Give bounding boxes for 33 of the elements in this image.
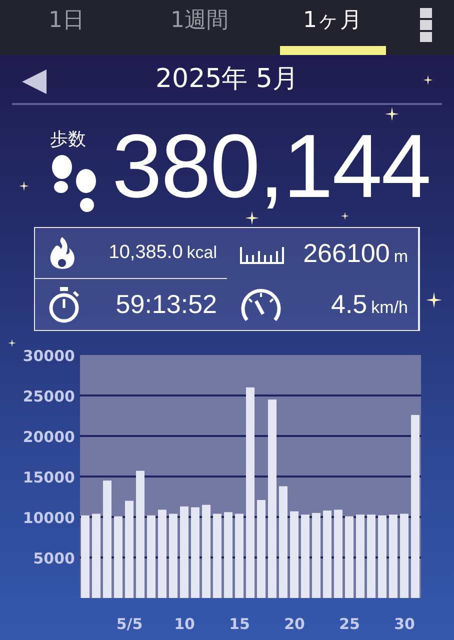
calories-value: 10,385.0 kcal	[108, 242, 217, 264]
axis-label: 15	[229, 615, 250, 633]
speedometer-icon	[239, 286, 283, 322]
axis-label: 5/5	[116, 615, 143, 633]
axis-label: 20	[284, 615, 305, 633]
axis-label: 20000	[22, 428, 75, 446]
axis-label: 30	[394, 615, 415, 633]
sparkle-icon	[341, 212, 349, 220]
axis-label: 25	[339, 615, 360, 633]
month-title: 2025年 5月	[156, 63, 298, 96]
axis-label: 10	[174, 615, 195, 633]
back-button[interactable]: ◀	[22, 60, 47, 98]
axis-label: 15000	[22, 468, 75, 486]
tab[interactable]: 1日	[14, 0, 120, 55]
menu-icon[interactable]	[420, 8, 432, 44]
tab[interactable]: 1ヶ月	[280, 0, 386, 55]
sparkle-icon	[426, 292, 442, 308]
sparkle-icon	[385, 107, 399, 121]
sparkle-icon	[8, 339, 16, 347]
stopwatch-icon	[47, 286, 81, 324]
sparkle-icon	[19, 181, 29, 191]
tab[interactable]: 1週間	[146, 0, 252, 55]
duration-value: 59:13:52	[116, 289, 217, 320]
axis-label: 5000	[33, 550, 75, 568]
sparkle-icon	[423, 75, 433, 85]
axis-label: 10000	[22, 509, 75, 527]
distance-value: 266100 m	[303, 238, 408, 269]
speed-value: 4.5 km/h	[331, 289, 408, 320]
axis-label: 25000	[22, 388, 75, 406]
step-count: 380,144	[112, 123, 430, 211]
sparkle-icon	[245, 211, 259, 225]
axis-label: 30000	[22, 347, 75, 365]
steps-label: 歩数	[50, 128, 87, 151]
